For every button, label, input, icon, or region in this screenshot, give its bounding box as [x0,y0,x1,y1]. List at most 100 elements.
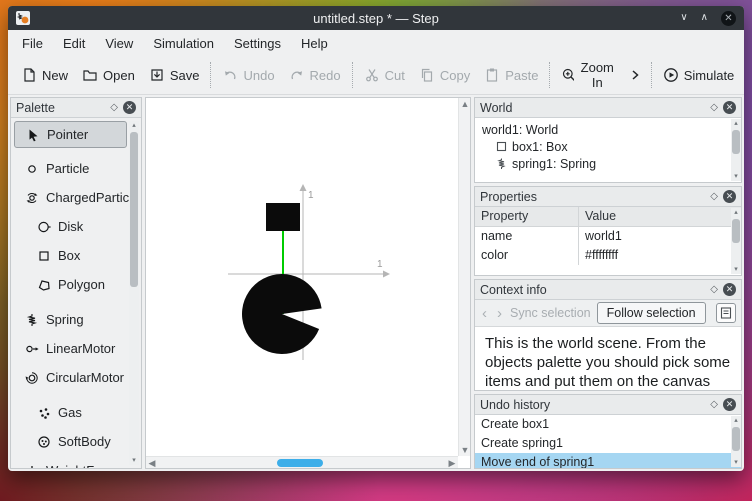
palette-item-circularmotor[interactable]: CircularMotor [14,363,127,392]
forward-icon[interactable]: › [495,306,504,321]
undo-item-move-end-of-spring1[interactable]: Move end of spring1 [475,453,741,468]
minimize-icon[interactable]: ∨ [680,13,687,23]
undo-scrollbar[interactable]: ▴ ▾ [731,416,741,467]
close-icon[interactable]: ✕ [721,10,736,26]
menu-view[interactable]: View [95,32,143,55]
float-panel-icon[interactable]: ◇ [710,399,718,410]
float-panel-icon[interactable]: ◇ [710,191,718,202]
open-in-browser-button[interactable] [716,303,736,323]
palette-scrollbar[interactable]: ▴ ▾ [129,121,139,465]
close-panel-icon[interactable]: ✕ [123,101,136,114]
sync-selection-button[interactable]: Sync selection [510,306,591,320]
scrollbar-thumb[interactable] [732,427,740,451]
undo-button[interactable]: Undo [215,63,281,87]
maximize-icon[interactable]: ∧ [701,13,708,23]
paste-button[interactable]: Paste [477,63,545,87]
toolbar-overflow-button[interactable] [623,63,647,87]
float-panel-icon[interactable]: ◇ [710,284,718,295]
copy-button[interactable]: Copy [412,63,477,87]
palette-title: Palette [16,100,55,115]
palette-item-spring[interactable]: Spring [14,305,127,334]
open-button[interactable]: Open [75,63,142,87]
undo-history-panel: Undo history ◇ ✕ Create box1 Create spri… [474,394,742,469]
scroll-down-icon[interactable]: ▾ [731,458,741,467]
scroll-up-icon[interactable]: ▴ [731,208,741,217]
menu-settings[interactable]: Settings [224,32,291,55]
open-folder-icon [83,70,97,81]
world-scrollbar[interactable]: ▴ ▾ [731,119,741,181]
save-button[interactable]: Save [142,63,207,87]
palette-item-particle[interactable]: Particle [14,154,127,183]
property-row-name[interactable]: name world1 [475,227,741,246]
tree-item-world1[interactable]: world1: World [475,121,741,138]
spring-icon [497,158,506,169]
scroll-down-icon[interactable]: ▼ [459,444,470,456]
box-icon [496,141,507,152]
scroll-down-icon[interactable]: ▾ [731,265,741,274]
close-panel-icon[interactable]: ✕ [723,398,736,411]
follow-selection-button[interactable]: Follow selection [596,302,706,324]
close-panel-icon[interactable]: ✕ [723,283,736,296]
copy-label: Copy [439,67,471,83]
palette-item-box[interactable]: Box [14,241,127,270]
world-panel-title: World [480,100,513,115]
menu-simulation[interactable]: Simulation [143,32,224,55]
palette-item-weightforce[interactable]: WeightForce [14,456,127,468]
canvas-horizontal-scrollbar[interactable]: ◀ ▶ [146,456,458,468]
canvas-vertical-scrollbar[interactable]: ▲ ▼ [458,98,470,456]
scrollbar-thumb[interactable] [732,130,740,154]
world-canvas[interactable]: 1 1 ▲ ▼ ◀ ▶ [145,97,471,469]
paste-icon [487,68,498,82]
properties-scrollbar[interactable]: ▴ ▾ [731,208,741,274]
palette-item-pointer[interactable]: Pointer [14,121,127,148]
palette-item-label: LinearMotor [46,341,116,356]
palette-item-softbody[interactable]: SoftBody [14,427,127,456]
copy-icon [421,68,432,82]
zoom-in-button[interactable]: Zoom In [554,56,622,94]
simulate-button[interactable]: Simulate ∨ [656,63,744,87]
close-panel-icon[interactable]: ✕ [723,101,736,114]
scrollbar-thumb[interactable] [277,459,324,467]
scroll-down-icon[interactable]: ▾ [731,172,741,181]
particle-icon [23,162,41,176]
scroll-up-icon[interactable]: ▴ [731,119,741,128]
menu-edit[interactable]: Edit [53,32,95,55]
redo-button[interactable]: Redo [282,63,348,87]
scroll-left-icon[interactable]: ◀ [146,457,158,468]
back-icon[interactable]: ‹ [480,306,489,321]
menu-file[interactable]: File [12,32,53,55]
menu-help[interactable]: Help [291,32,338,55]
save-label: Save [169,67,200,83]
property-row-color[interactable]: color #ffffffff [475,246,741,265]
scroll-down-icon[interactable]: ▾ [129,456,139,465]
undo-item-create-spring1[interactable]: Create spring1 [475,434,741,453]
column-property[interactable]: Property [475,207,579,226]
palette-item-gas[interactable]: Gas [14,398,127,427]
scroll-up-icon[interactable]: ▲ [459,98,470,110]
palette-item-linearmotor[interactable]: LinearMotor [14,334,127,363]
context-info-panel: Context info ◇ ✕ ‹ › Sync selection Foll… [474,279,742,391]
cut-button[interactable]: Cut [357,63,412,87]
titlebar[interactable]: untitled.step * — Step ∨ ∧ ✕ [8,6,744,30]
palette-item-chargedparticle[interactable]: ChargedParticle [14,183,139,212]
float-panel-icon[interactable]: ◇ [110,102,118,113]
scrollbar-thumb[interactable] [732,219,740,243]
scroll-up-icon[interactable]: ▴ [129,121,139,130]
palette-panel: Palette ◇ ✕ Pointer Particle ChargedPart… [10,97,142,469]
document-icon [720,307,732,319]
close-panel-icon[interactable]: ✕ [723,190,736,203]
scroll-up-icon[interactable]: ▴ [731,416,741,425]
column-value[interactable]: Value [579,207,741,226]
palette-item-polygon[interactable]: Polygon [14,270,127,299]
desktop-wallpaper: untitled.step * — Step ∨ ∧ ✕ File Edit V… [0,0,752,501]
undo-item-create-box1[interactable]: Create box1 [475,415,741,434]
tree-item-label: world1: World [482,122,559,137]
palette-item-disk[interactable]: Disk [14,212,127,241]
tree-item-spring1[interactable]: spring1: Spring [475,155,741,172]
tree-item-box1[interactable]: box1: Box [475,138,741,155]
undo-icon [225,71,236,80]
scroll-right-icon[interactable]: ▶ [446,457,458,468]
new-button[interactable]: New [14,63,75,87]
float-panel-icon[interactable]: ◇ [710,102,718,113]
scrollbar-thumb[interactable] [130,132,138,287]
